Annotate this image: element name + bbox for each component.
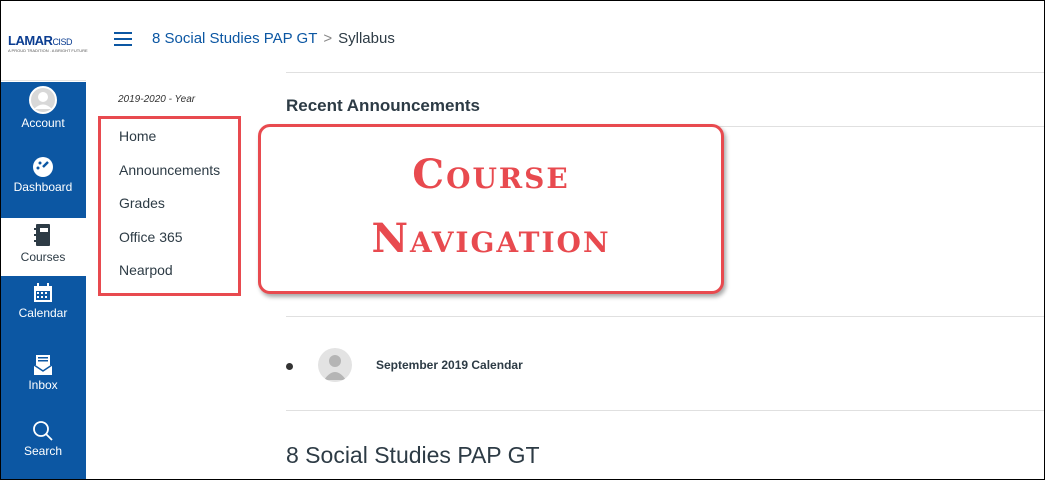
screenshot-border [0,0,1045,480]
